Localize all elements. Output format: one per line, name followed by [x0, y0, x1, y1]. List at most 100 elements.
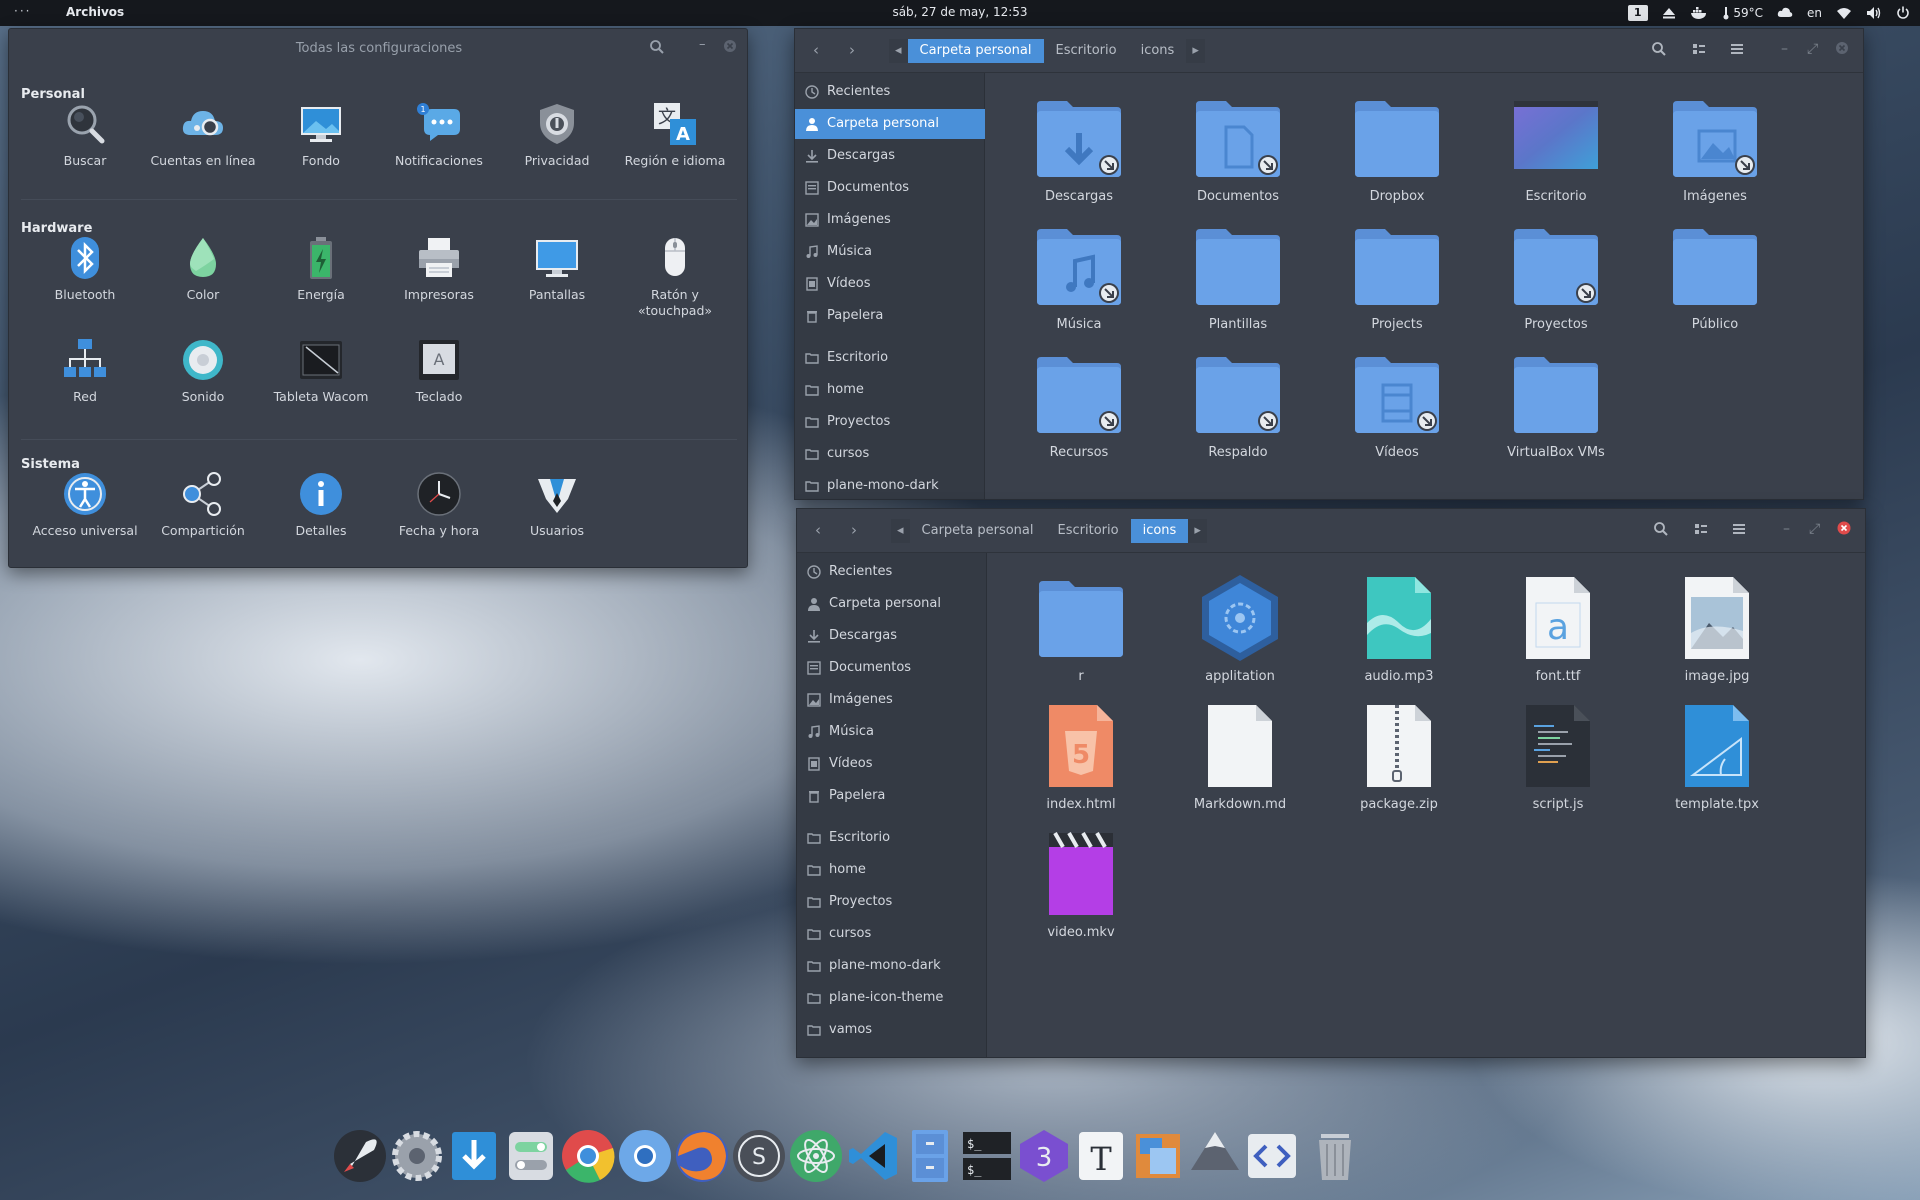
settings-item-fecha[interactable]: Fecha y hora	[381, 471, 497, 539]
dock-item[interactable]	[615, 1126, 675, 1186]
close-button[interactable]	[1837, 521, 1851, 539]
dock-item[interactable]	[900, 1126, 960, 1186]
settings-item-detalles[interactable]: Detalles	[263, 471, 379, 539]
dock-item[interactable]: $_ $_	[957, 1126, 1017, 1186]
file-item[interactable]: script.js	[1483, 701, 1633, 812]
sidebar-item-im-genes[interactable]: Imágenes	[795, 205, 985, 235]
settings-item-color[interactable]: Color	[145, 235, 261, 303]
settings-item-wacom[interactable]: Tableta Wacom	[263, 337, 379, 405]
folder-item[interactable]: Recursos	[1004, 349, 1154, 460]
docker-icon[interactable]	[1690, 6, 1708, 20]
breadcrumb-left-arrow[interactable]: ◂	[891, 519, 910, 543]
breadcrumb-home[interactable]: Carpeta personal	[907, 39, 1044, 63]
menu-icon[interactable]	[1731, 521, 1747, 541]
folder-item[interactable]: Respaldo	[1163, 349, 1313, 460]
sidebar-item-documentos[interactable]: Documentos	[795, 173, 985, 203]
sidebar-item-home[interactable]: home	[795, 375, 985, 405]
folder-item[interactable]: Dropbox	[1322, 93, 1472, 204]
dock-item[interactable]	[501, 1126, 561, 1186]
dock-item[interactable]	[387, 1126, 447, 1186]
folder-item[interactable]: Escritorio	[1481, 93, 1631, 204]
sidebar-item-im-genes[interactable]: Imágenes	[797, 685, 987, 715]
sidebar-item-proyectos[interactable]: Proyectos	[797, 887, 987, 917]
breadcrumb-home[interactable]: Carpeta personal	[910, 519, 1046, 543]
sidebar-item-v-deos[interactable]: Vídeos	[797, 749, 987, 779]
folder-item[interactable]: Música	[1004, 221, 1154, 332]
sidebar-item-v-deos[interactable]: Vídeos	[795, 269, 985, 299]
keyboard-layout[interactable]: en	[1807, 6, 1822, 20]
folder-item[interactable]: Descargas	[1004, 93, 1154, 204]
breadcrumb-right-arrow[interactable]: ▸	[1186, 39, 1205, 63]
search-icon[interactable]	[1651, 41, 1667, 61]
sidebar-item-proyectos[interactable]: Proyectos	[795, 407, 985, 437]
view-toggle-icon[interactable]	[1691, 41, 1707, 61]
settings-item-teclado[interactable]: A Teclado	[381, 337, 497, 405]
dock-item[interactable]: 3	[1014, 1126, 1074, 1186]
dock-item[interactable]	[786, 1126, 846, 1186]
maximize-button[interactable]: ⤢	[1809, 521, 1820, 537]
dock-item[interactable]	[558, 1126, 618, 1186]
sidebar-item-recientes[interactable]: Recientes	[797, 557, 987, 587]
settings-item-usuarios[interactable]: Usuarios	[499, 471, 615, 539]
sidebar-item-carpeta-personal[interactable]: Carpeta personal	[795, 109, 985, 139]
file-item[interactable]: image.jpg	[1642, 573, 1792, 684]
sidebar-item-plane-mono-dark[interactable]: plane-mono-dark	[795, 471, 985, 499]
back-button[interactable]: ‹	[813, 41, 819, 59]
settings-item-impresoras[interactable]: Impresoras	[381, 235, 497, 303]
sidebar-item-m-sica[interactable]: Música	[795, 237, 985, 267]
dock-item[interactable]	[1185, 1126, 1245, 1186]
breadcrumb-left-arrow[interactable]: ◂	[889, 39, 908, 63]
settings-item-sonido[interactable]: Sonido	[145, 337, 261, 405]
workspace-indicator[interactable]: 1	[1627, 5, 1648, 21]
breadcrumb-icons[interactable]: icons	[1129, 39, 1187, 63]
sidebar-item-cursos[interactable]: cursos	[795, 439, 985, 469]
sidebar-item-recientes[interactable]: Recientes	[795, 77, 985, 107]
folder-item[interactable]: Proyectos	[1481, 221, 1631, 332]
dock-item[interactable]: S	[729, 1126, 789, 1186]
folder-item[interactable]: Plantillas	[1163, 221, 1313, 332]
minimize-button[interactable]: –	[1783, 521, 1790, 537]
sidebar-item-escritorio[interactable]: Escritorio	[795, 343, 985, 373]
folder-item[interactable]: Público	[1640, 221, 1790, 332]
breadcrumb-right-arrow[interactable]: ▸	[1188, 519, 1207, 543]
sidebar-item-carpeta-personal[interactable]: Carpeta personal	[797, 589, 987, 619]
back-button[interactable]: ‹	[815, 521, 821, 539]
wifi-icon[interactable]	[1836, 6, 1852, 20]
file-item[interactable]: a font.ttf	[1483, 573, 1633, 684]
sidebar-item-m-sica[interactable]: Música	[797, 717, 987, 747]
settings-item-buscar[interactable]: Buscar	[27, 101, 143, 169]
folder-item[interactable]: Vídeos	[1322, 349, 1472, 460]
dock-item[interactable]	[330, 1126, 390, 1186]
maximize-button[interactable]: ⤢	[1807, 41, 1818, 57]
dock-item[interactable]	[1128, 1126, 1188, 1186]
dock-item[interactable]	[1305, 1126, 1365, 1186]
sidebar-item-descargas[interactable]: Descargas	[795, 141, 985, 171]
forward-button[interactable]: ›	[849, 41, 855, 59]
minimize-button[interactable]: –	[1781, 41, 1788, 57]
settings-item-energia[interactable]: Energía	[263, 235, 379, 303]
dock-item[interactable]	[444, 1126, 504, 1186]
settings-item-pantallas[interactable]: Pantallas	[499, 235, 615, 303]
file-item[interactable]: video.mkv	[1006, 829, 1156, 940]
folder-item[interactable]: Imágenes	[1640, 93, 1790, 204]
volume-icon[interactable]	[1866, 6, 1882, 20]
sidebar-item-plane-mono-dark[interactable]: plane-mono-dark	[797, 951, 987, 981]
settings-item-bluetooth[interactable]: Bluetooth	[27, 235, 143, 303]
sidebar-item-papelera[interactable]: Papelera	[795, 301, 985, 331]
file-item[interactable]: r	[1006, 573, 1156, 684]
folder-item[interactable]: Projects	[1322, 221, 1472, 332]
settings-item-red[interactable]: Red	[27, 337, 143, 405]
power-icon[interactable]	[1896, 6, 1910, 20]
sidebar-item-descargas[interactable]: Descargas	[797, 621, 987, 651]
sidebar-item-plane-icon-theme[interactable]: plane-icon-theme	[797, 983, 987, 1013]
settings-item-comparticion[interactable]: Compartición	[145, 471, 261, 539]
folder-item[interactable]: VirtualBox VMs	[1481, 349, 1631, 460]
menu-icon[interactable]	[1729, 41, 1745, 61]
settings-item-notificaciones[interactable]: 1 Notificaciones	[381, 101, 497, 169]
file-item[interactable]: template.tpx	[1642, 701, 1792, 812]
sidebar-item-cursos[interactable]: cursos	[797, 919, 987, 949]
dock-item[interactable]	[843, 1126, 903, 1186]
sidebar-item-home[interactable]: home	[797, 855, 987, 885]
file-item[interactable]: audio.mp3	[1324, 573, 1474, 684]
sidebar-item-documentos[interactable]: Documentos	[797, 653, 987, 683]
